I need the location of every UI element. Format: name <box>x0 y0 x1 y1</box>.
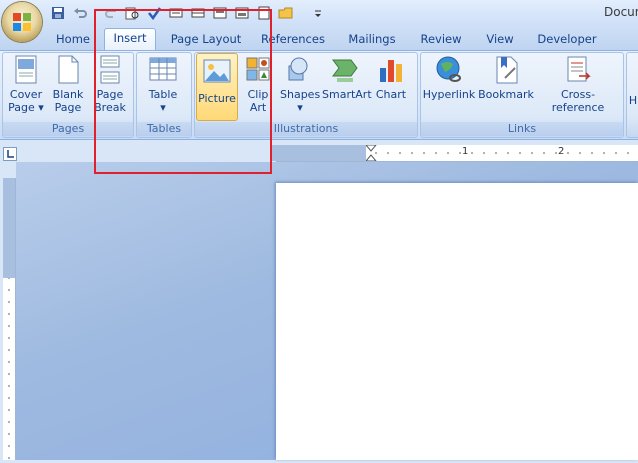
hyperlink-label: Hyperlink <box>422 88 476 101</box>
smartart-button[interactable]: SmartArt <box>322 54 372 101</box>
shapes-button[interactable]: Shapes ▾ <box>280 54 320 114</box>
cross-reference-button[interactable]: Cross-reference <box>536 54 620 114</box>
chart-label: Chart <box>375 88 407 101</box>
tab-view[interactable]: View <box>478 30 522 50</box>
tab-mailings[interactable]: Mailings <box>342 30 402 50</box>
ruler-mark-2: 2 <box>558 146 565 157</box>
office-button[interactable] <box>2 2 42 42</box>
ruler-mark-1: 1 <box>462 146 469 157</box>
document-title: Docum <box>604 5 638 19</box>
cover-page-label-2: Page ▾ <box>8 101 44 114</box>
bookmark-label: Bookmark <box>478 88 534 101</box>
hyperlink-button[interactable]: Hyperlink <box>422 54 476 101</box>
cover-page-label-1: Cover <box>9 88 43 101</box>
bookmark-icon <box>496 56 518 84</box>
undo-icon[interactable] <box>72 5 88 21</box>
ruler-margin <box>270 145 366 161</box>
smartart-icon <box>332 59 358 82</box>
chart-icon <box>380 60 402 82</box>
blank-page-label-2: Page <box>54 101 82 114</box>
cross-reference-label: Cross-reference <box>551 88 605 114</box>
tab-selector-icon[interactable] <box>3 147 17 161</box>
next-group-button[interactable]: H <box>628 94 638 107</box>
save-icon[interactable] <box>50 5 66 21</box>
smartart-label: SmartArt <box>322 88 372 101</box>
blank-page-label-1: Blank <box>52 88 84 101</box>
vertical-ruler[interactable] <box>3 178 16 460</box>
office-logo-icon <box>13 13 31 31</box>
cover-page-icon <box>15 55 37 84</box>
document-page[interactable] <box>276 183 638 460</box>
cover-page-button[interactable]: Cover Page ▾ <box>6 54 46 114</box>
shapes-label-1: Shapes <box>280 88 321 101</box>
next-group-label: H <box>628 94 638 107</box>
chart-button[interactable]: Chart <box>372 54 410 101</box>
shapes-label-2: ▾ <box>297 101 303 114</box>
hanging-indent-icon[interactable] <box>364 154 378 162</box>
cross-reference-icon <box>567 56 591 82</box>
shapes-icon <box>288 57 308 81</box>
blank-page-icon <box>58 55 79 84</box>
blank-page-button[interactable]: Blank Page <box>48 54 88 114</box>
group-links-label: Links <box>421 122 623 136</box>
tab-review[interactable]: Review <box>416 30 466 50</box>
hyperlink-icon <box>436 56 461 82</box>
customize-qat-icon[interactable] <box>310 5 326 21</box>
highlight-box <box>94 9 272 174</box>
tab-home[interactable]: Home <box>50 30 96 50</box>
tab-developer[interactable]: Developer <box>532 30 602 50</box>
bookmark-button[interactable]: Bookmark <box>478 54 534 101</box>
open-folder-icon[interactable] <box>278 5 294 21</box>
first-line-indent-icon[interactable] <box>364 144 378 152</box>
